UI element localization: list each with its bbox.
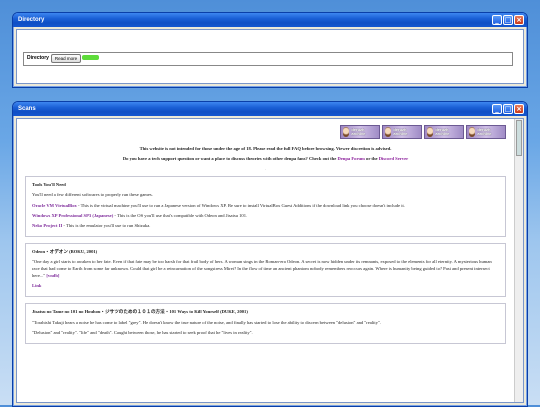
scans-content: deruzh archive deruzh archive deruzh arc…	[17, 119, 514, 402]
discord-server-link[interactable]: Discord Server	[379, 156, 408, 161]
character-icon	[469, 127, 476, 137]
age-notice: This website is not intended for those u…	[139, 146, 392, 151]
odeon-link[interactable]: Link	[32, 283, 41, 288]
scrollbar-thumb[interactable]	[516, 120, 522, 156]
vndb-link[interactable]: [vndb]	[46, 273, 59, 278]
status-indicator	[82, 55, 99, 60]
scans-window-title: Scans	[18, 106, 36, 112]
character-icon	[427, 127, 434, 137]
scans-window: Scans _ □ × deruzh archive deruzh archiv…	[12, 101, 528, 407]
tools-intro: You'll need a few different softwares to…	[32, 192, 153, 198]
archive-banner[interactable]: deruzh archive	[382, 125, 422, 139]
directory-titlebar[interactable]: Directory _ □ ×	[13, 13, 527, 27]
character-icon	[343, 127, 350, 137]
odeon-card: Odeon・オデオン (BOKU, 2001) "One day a girl …	[25, 242, 506, 298]
denpa-forum-link[interactable]: Denpa Forum	[337, 156, 364, 161]
virtualbox-link[interactable]: Oracle VM VirtualBox	[32, 203, 77, 208]
character-icon	[385, 127, 392, 137]
tool-item: Neko Project II - This is the emulator y…	[32, 222, 151, 228]
tools-heading: Tools You'll Need	[32, 182, 66, 188]
jisatsu-card: Jisatsu no Tame no 101 no Houhou・ジサツのための…	[25, 303, 506, 344]
jisatsu-heading: Jisatsu no Tame no 101 no Houhou・ジサツのための…	[32, 309, 248, 315]
banner-row: deruzh archive deruzh archive deruzh arc…	[25, 125, 506, 139]
window-controls: _ □ ×	[492, 104, 524, 114]
directory-window: Directory _ □ × Directory Read more	[12, 12, 528, 88]
separator-dot: .	[264, 166, 267, 172]
maximize-icon[interactable]: □	[503, 15, 513, 25]
directory-label: Directory	[27, 55, 49, 61]
odeon-link-row: Link	[32, 282, 499, 289]
window-controls: _ □ ×	[492, 15, 524, 25]
minimize-icon[interactable]: _	[492, 104, 502, 114]
maximize-icon[interactable]: □	[503, 104, 513, 114]
tool-item: Windows XP Professional SP3 (Japanese) -…	[32, 212, 248, 218]
archive-banner[interactable]: deruzh archive	[424, 125, 464, 139]
scans-client: deruzh archive deruzh archive deruzh arc…	[16, 118, 524, 403]
archive-banner[interactable]: deruzh archive	[466, 125, 506, 139]
jisatsu-paragraph-1: "Torahishi Takuji hears a noise he has c…	[32, 319, 381, 325]
scans-titlebar[interactable]: Scans _ □ ×	[13, 102, 527, 116]
community-notice: Do you have a tech support question or w…	[122, 156, 409, 162]
directory-bar: Directory Read more	[23, 52, 513, 66]
directory-client: Directory Read more	[16, 29, 524, 84]
read-more-button[interactable]: Read more	[51, 54, 81, 63]
directory-window-title: Directory	[18, 17, 45, 23]
jisatsu-paragraph-2: "Delusion" and "reality". "life" and "de…	[32, 329, 253, 335]
close-icon[interactable]: ×	[514, 104, 524, 114]
close-icon[interactable]: ×	[514, 15, 524, 25]
windows-xp-link[interactable]: Windows XP Professional SP3 (Japanese)	[32, 213, 113, 218]
odeon-description: "One day a girl starts to awaken to her …	[32, 258, 492, 279]
minimize-icon[interactable]: _	[492, 15, 502, 25]
archive-banner[interactable]: deruzh archive	[340, 125, 380, 139]
odeon-heading: Odeon・オデオン (BOKU, 2001)	[32, 248, 98, 254]
neko-project-link[interactable]: Neko Project II	[32, 223, 62, 228]
scrollbar[interactable]	[514, 119, 523, 402]
tool-item: Oracle VM VirtualBox - This is the virtu…	[32, 202, 405, 208]
tools-card: Tools You'll Need You'll need a few diff…	[25, 176, 506, 237]
